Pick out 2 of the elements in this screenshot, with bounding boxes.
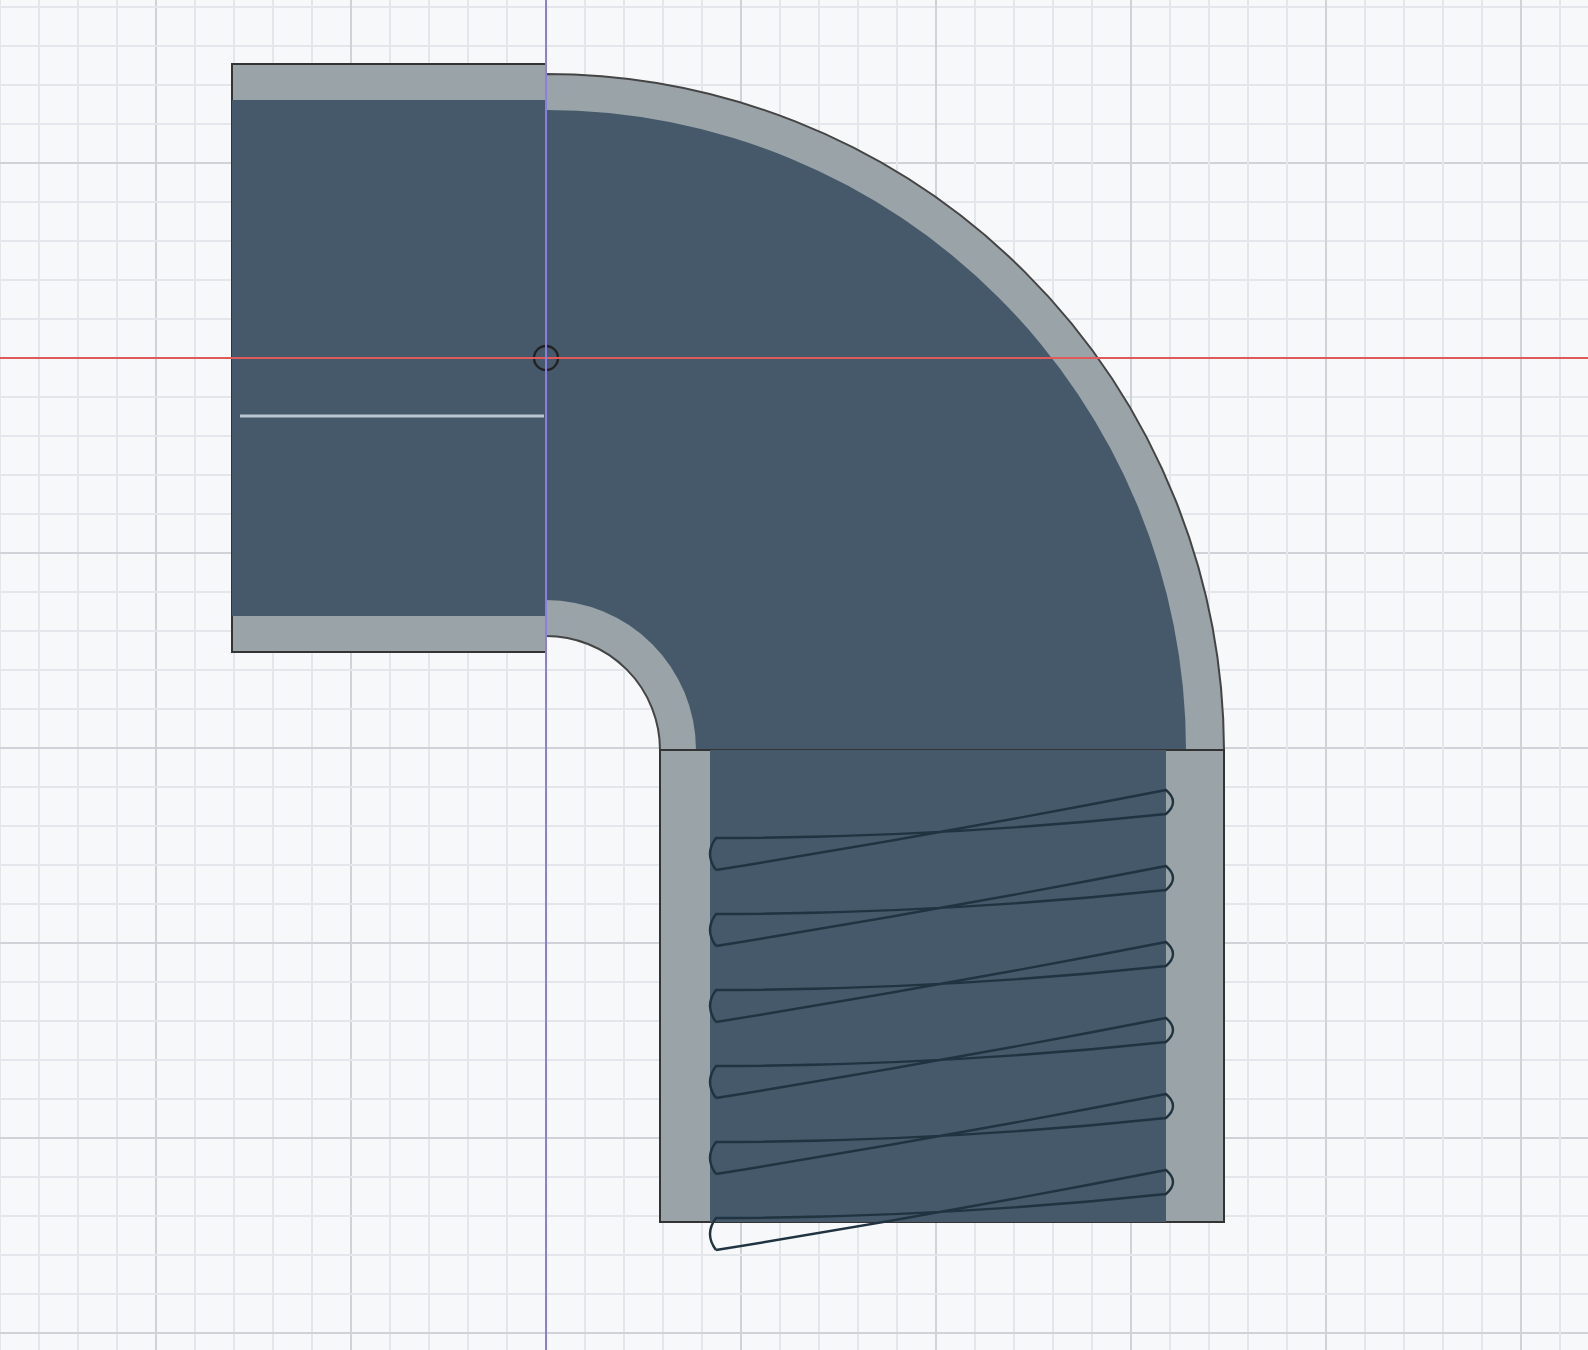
pipe-elbow-drawing[interactable] <box>231 63 1225 1252</box>
cad-viewport[interactable] <box>0 0 1588 1350</box>
